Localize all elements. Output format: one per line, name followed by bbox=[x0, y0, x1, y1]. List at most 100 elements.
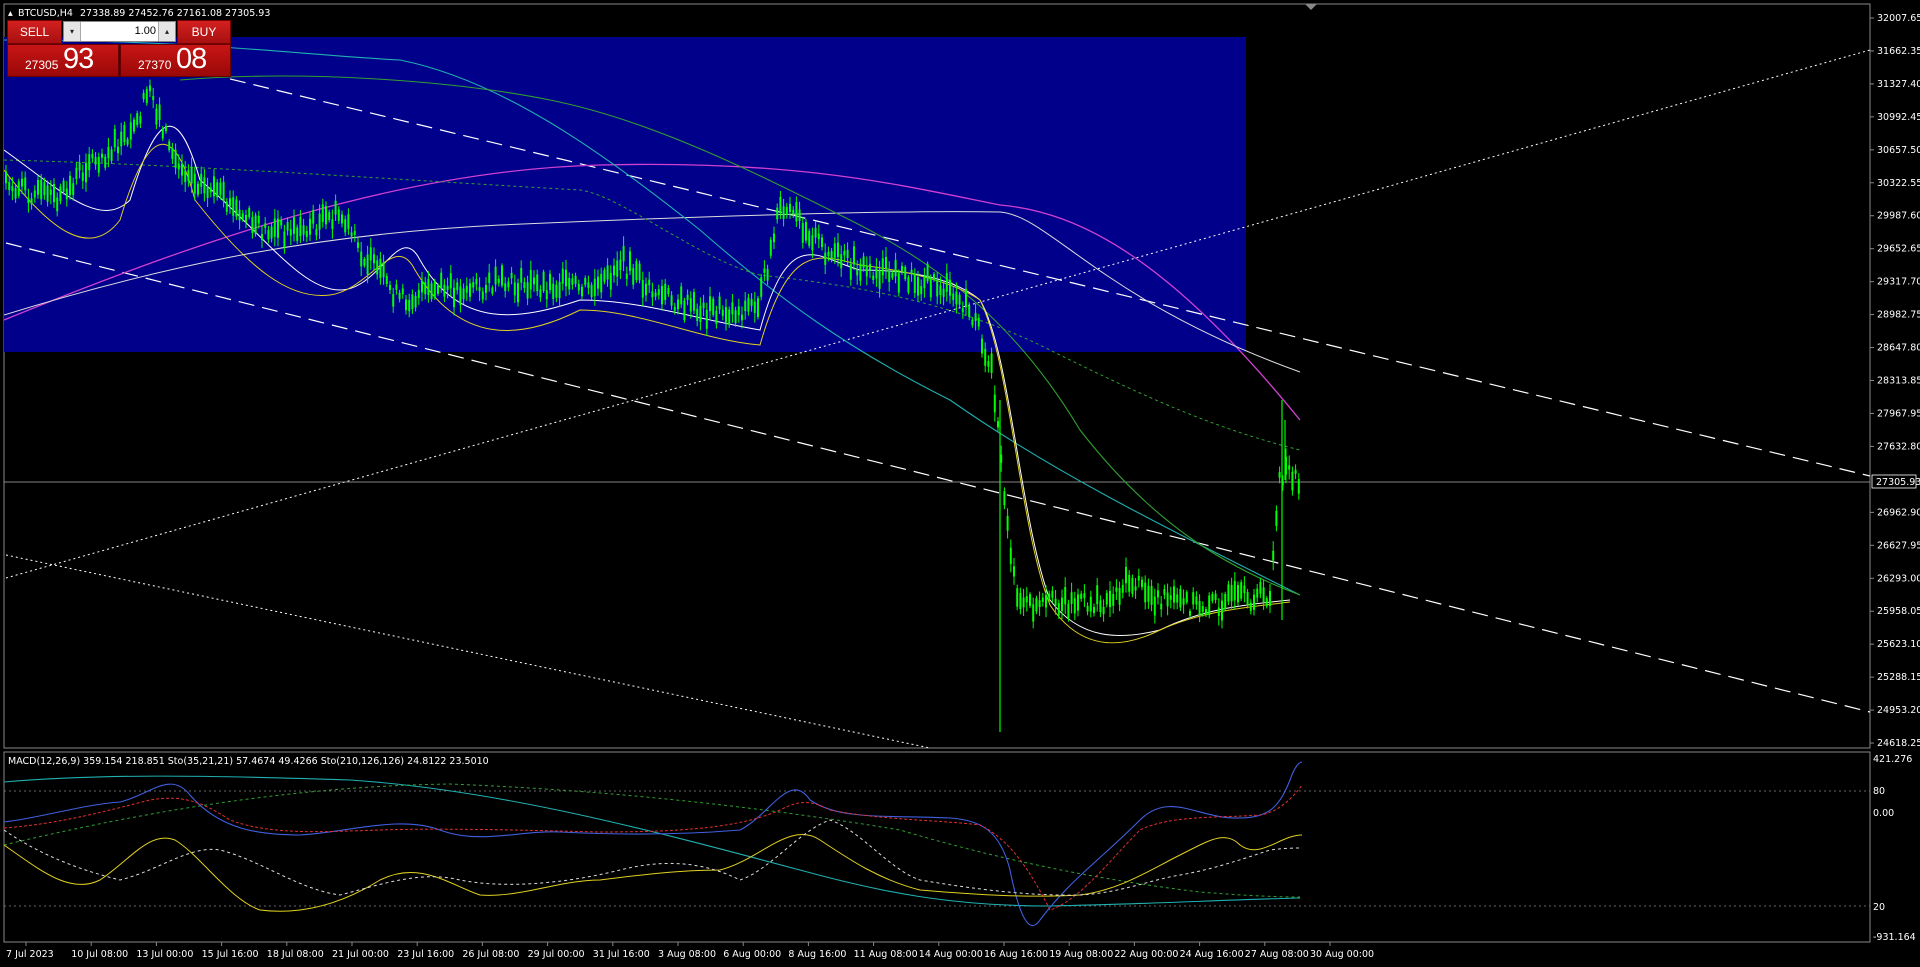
price-axis-label: 32007.65 bbox=[1877, 13, 1920, 24]
blue-zone-rectangle[interactable] bbox=[4, 37, 1246, 352]
candle-body bbox=[238, 209, 241, 221]
price-axis-label: 29317.70 bbox=[1877, 277, 1920, 288]
candle-body bbox=[385, 276, 388, 284]
candle-body bbox=[453, 287, 455, 308]
candle-body bbox=[337, 209, 340, 221]
candle-body bbox=[30, 198, 33, 205]
candle-body bbox=[405, 299, 407, 311]
lot-dropdown-icon[interactable]: ▾ bbox=[64, 22, 81, 41]
candle-body bbox=[1083, 593, 1086, 599]
lot-size-field[interactable]: ▾ ▴ bbox=[63, 21, 176, 42]
price-axis[interactable]: 32007.65 31662.35 31327.40 30992.45 30657.50… bbox=[1870, 13, 1920, 749]
candle-body bbox=[152, 95, 155, 101]
candle-body bbox=[990, 353, 993, 374]
candle-body bbox=[699, 305, 702, 322]
candle-body bbox=[744, 300, 747, 312]
candle-body bbox=[945, 273, 948, 292]
candle-body bbox=[43, 182, 46, 196]
candle-body bbox=[853, 246, 855, 265]
candle-body bbox=[696, 308, 699, 321]
sell-button[interactable]: SELL bbox=[7, 20, 62, 44]
candle-body bbox=[133, 119, 135, 132]
candle-body bbox=[1249, 602, 1252, 612]
candle-body bbox=[651, 291, 654, 298]
candle-body bbox=[158, 104, 161, 120]
candle-body bbox=[561, 268, 564, 284]
sell-price-button[interactable]: 27305 93 bbox=[7, 43, 119, 77]
candle-body bbox=[1137, 575, 1140, 581]
candle-body bbox=[443, 284, 446, 297]
candle-body bbox=[1128, 574, 1131, 592]
lot-stepper-icon[interactable]: ▴ bbox=[158, 22, 175, 41]
candle-body bbox=[737, 306, 740, 316]
candle-body bbox=[747, 297, 750, 312]
candle-body bbox=[331, 219, 334, 229]
candle-body bbox=[462, 288, 465, 300]
candle-body bbox=[536, 274, 539, 292]
candle-body bbox=[766, 269, 769, 281]
buy-price-big: 08 bbox=[176, 43, 207, 75]
candle-body bbox=[1227, 584, 1230, 602]
candle-body bbox=[475, 279, 478, 285]
candle-body bbox=[1147, 585, 1150, 602]
candle-body bbox=[59, 186, 62, 202]
candle-body bbox=[590, 284, 593, 298]
candle-body bbox=[750, 299, 753, 306]
candle-body bbox=[1131, 577, 1134, 594]
candle-body bbox=[1141, 579, 1143, 588]
candle-body bbox=[827, 251, 830, 257]
candle-body bbox=[1211, 593, 1214, 601]
candle-body bbox=[1214, 593, 1217, 601]
time-axis[interactable]: 7 Jul 2023 10 Jul 08:00 13 Jul 00:00 15 Jul… bbox=[6, 942, 1374, 960]
candle-body bbox=[1163, 588, 1166, 595]
trading-chart[interactable]: ▴ BTCUSD,H4 27338.89 27452.76 27161.08 2… bbox=[0, 0, 1920, 967]
candle-body bbox=[136, 113, 139, 126]
indicator-axis[interactable]: 421.276 80 0.00 20 -931.164 bbox=[1873, 754, 1916, 943]
candle-body bbox=[91, 153, 94, 159]
candle-body bbox=[1153, 596, 1156, 616]
candle-body bbox=[75, 167, 78, 180]
price-axis-label: 29987.60 bbox=[1877, 211, 1920, 222]
candle-body bbox=[488, 272, 491, 283]
time-axis-label: 6 Aug 00:00 bbox=[723, 949, 781, 960]
candle-body bbox=[555, 284, 558, 298]
candle-body bbox=[206, 186, 209, 198]
time-axis-label: 15 Jul 16:00 bbox=[202, 949, 259, 960]
candle-body bbox=[472, 282, 475, 288]
candle-body bbox=[670, 295, 673, 306]
candle-body bbox=[254, 215, 257, 234]
candle-body bbox=[897, 273, 900, 293]
candle-body bbox=[1009, 547, 1012, 565]
candle-body bbox=[907, 277, 910, 293]
candle-body bbox=[993, 394, 996, 413]
candle-body bbox=[296, 227, 299, 241]
candle-body bbox=[161, 128, 164, 139]
time-axis-label: 23 Jul 16:00 bbox=[397, 949, 454, 960]
candle-body bbox=[277, 218, 279, 238]
candle-body bbox=[1057, 603, 1060, 616]
price-axis-label: 24618.25 bbox=[1877, 738, 1920, 749]
candle-body bbox=[728, 309, 731, 325]
candle-body bbox=[856, 269, 859, 276]
candle-body bbox=[1230, 585, 1233, 602]
candle-body bbox=[219, 182, 222, 195]
candle-body bbox=[1016, 588, 1019, 607]
candle-body bbox=[683, 300, 686, 321]
candle-body bbox=[1109, 590, 1111, 608]
buy-price-button[interactable]: 27370 08 bbox=[120, 43, 231, 77]
candle-body bbox=[449, 273, 452, 289]
candle-body bbox=[811, 235, 814, 251]
lot-size-input[interactable] bbox=[82, 23, 156, 39]
time-axis-label: 18 Jul 08:00 bbox=[267, 949, 324, 960]
candle-body bbox=[1022, 597, 1025, 608]
candle-body bbox=[997, 421, 999, 428]
candle-body bbox=[120, 131, 123, 147]
candle-body bbox=[97, 156, 100, 173]
candle-body bbox=[1291, 471, 1294, 491]
buy-button[interactable]: BUY bbox=[177, 20, 231, 44]
candle-body bbox=[1173, 586, 1175, 603]
candle-body bbox=[315, 229, 318, 236]
chart-collapse-icon[interactable]: ▴ bbox=[8, 8, 13, 19]
candle-body bbox=[478, 287, 481, 292]
candle-body bbox=[190, 166, 193, 184]
